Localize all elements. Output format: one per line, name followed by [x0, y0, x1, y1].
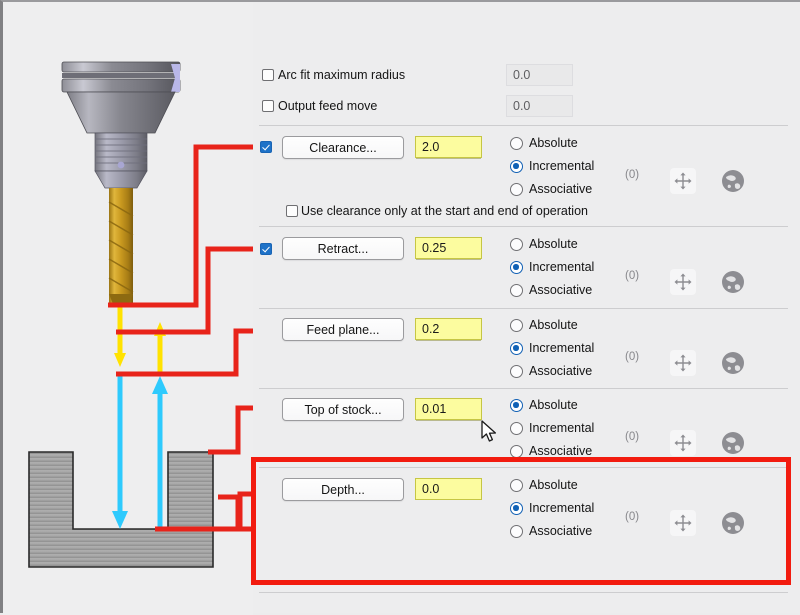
top-of-stock-associative-radio[interactable]	[510, 445, 523, 458]
retract-absolute-radio[interactable]	[510, 238, 523, 251]
arc-fit-max-radius-field[interactable]: 0.0	[506, 64, 573, 86]
sphere-icon[interactable]	[720, 430, 746, 456]
clearance-incremental-label: Incremental	[529, 159, 595, 173]
height-parameters-form: Arc fit maximum radius 0.0 Output feed m…	[253, 2, 800, 613]
move-icon[interactable]	[670, 430, 696, 456]
section-divider	[259, 308, 788, 309]
top-of-stock-value-field[interactable]: 0.01	[415, 398, 482, 420]
cnc-height-illustration	[3, 2, 253, 615]
depth-incremental-label: Incremental	[529, 501, 595, 515]
feed-plane-count: (0)	[625, 351, 640, 363]
top-of-stock-absolute-label: Absolute	[529, 398, 578, 412]
section-divider	[259, 467, 788, 468]
feed-plane-incremental-label: Incremental	[529, 341, 595, 355]
top-of-stock-incremental-label: Incremental	[529, 421, 595, 435]
top-of-stock-associative-label: Associative	[529, 444, 593, 458]
clearance-value-field[interactable]: 2.0	[415, 136, 482, 158]
feed-plane-associative-label: Associative	[529, 364, 593, 378]
feed-plane-incremental-radio[interactable]	[510, 342, 523, 355]
feed-plane-associative-radio[interactable]	[510, 365, 523, 378]
feed-plane-value-field[interactable]: 0.2	[415, 318, 482, 340]
top-of-stock-button[interactable]: Top of stock...	[282, 398, 404, 421]
clearance-absolute-label: Absolute	[529, 136, 578, 150]
feed-plane-absolute-radio[interactable]	[510, 319, 523, 332]
feed-plane-absolute-label: Absolute	[529, 318, 578, 332]
mouse-pointer-icon	[481, 420, 499, 449]
depth-incremental-radio[interactable]	[510, 502, 523, 515]
depth-associative-radio[interactable]	[510, 525, 523, 538]
retract-incremental-label: Incremental	[529, 260, 595, 274]
clearance-associative-label: Associative	[529, 182, 593, 196]
sphere-icon[interactable]	[720, 168, 746, 194]
output-feed-move-label: Output feed move	[278, 99, 378, 113]
clearance-associative-radio[interactable]	[510, 183, 523, 196]
clearance-enable-checkbox[interactable]	[260, 141, 272, 153]
depth-absolute-label: Absolute	[529, 478, 578, 492]
depth-count: (0)	[625, 511, 640, 523]
feed-plane-button[interactable]: Feed plane...	[282, 318, 404, 341]
retract-absolute-label: Absolute	[529, 237, 578, 251]
output-feed-move-field[interactable]: 0.0	[506, 95, 573, 117]
section-divider	[259, 388, 788, 389]
retract-associative-label: Associative	[529, 283, 593, 297]
top-of-stock-absolute-radio[interactable]	[510, 399, 523, 412]
retract-incremental-radio[interactable]	[510, 261, 523, 274]
end-mill-graphic	[108, 188, 134, 304]
output-feed-move-checkbox[interactable]	[262, 100, 274, 112]
arc-fit-max-radius-checkbox[interactable]	[262, 69, 274, 81]
retract-associative-radio[interactable]	[510, 284, 523, 297]
use-clearance-only-checkbox[interactable]	[286, 205, 298, 217]
retract-enable-checkbox[interactable]	[260, 243, 272, 255]
sphere-icon[interactable]	[720, 510, 746, 536]
clearance-count: (0)	[625, 169, 640, 181]
move-icon[interactable]	[670, 350, 696, 376]
depth-associative-label: Associative	[529, 524, 593, 538]
retract-count: (0)	[625, 270, 640, 282]
section-divider	[259, 125, 788, 126]
clearance-button[interactable]: Clearance...	[282, 136, 404, 159]
sphere-icon[interactable]	[720, 350, 746, 376]
move-icon[interactable]	[670, 269, 696, 295]
retract-value-field[interactable]: 0.25	[415, 237, 482, 259]
sphere-icon[interactable]	[720, 269, 746, 295]
move-icon[interactable]	[670, 168, 696, 194]
depth-button[interactable]: Depth...	[282, 478, 404, 501]
clearance-incremental-radio[interactable]	[510, 160, 523, 173]
top-of-stock-incremental-radio[interactable]	[510, 422, 523, 435]
section-divider	[259, 226, 788, 227]
clearance-absolute-radio[interactable]	[510, 137, 523, 150]
depth-value-field[interactable]: 0.0	[415, 478, 482, 500]
arc-fit-max-radius-label: Arc fit maximum radius	[278, 68, 406, 82]
dialog-panel: Arc fit maximum radius 0.0 Output feed m…	[0, 0, 800, 615]
depth-absolute-radio[interactable]	[510, 479, 523, 492]
top-of-stock-count: (0)	[625, 431, 640, 443]
retract-button[interactable]: Retract...	[282, 237, 404, 260]
use-clearance-only-label: Use clearance only at the start and end …	[301, 204, 588, 218]
move-icon[interactable]	[670, 510, 696, 536]
section-divider	[259, 592, 788, 593]
